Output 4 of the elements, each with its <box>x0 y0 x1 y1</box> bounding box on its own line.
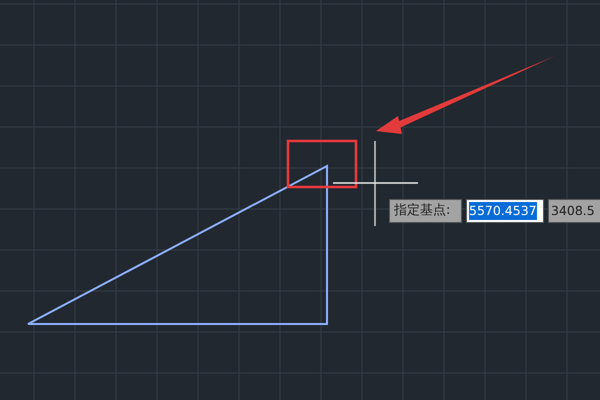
coordinate-field[interactable]: 5570.4537 <box>466 199 544 223</box>
highlight-frame <box>286 140 358 188</box>
coordinate-field[interactable]: 3408.5 <box>548 199 600 223</box>
prompt-label: 指定基点: <box>389 199 462 223</box>
